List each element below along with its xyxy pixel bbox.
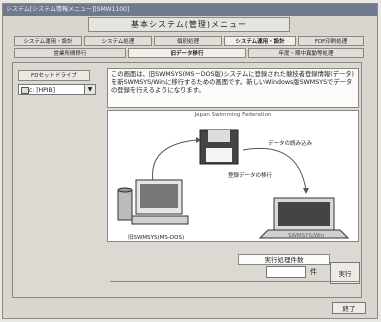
diagram-title: Japan Swimming Federation	[194, 112, 272, 118]
label-fd-read: データの読み込み	[268, 141, 313, 147]
label-old-system: 旧SWMSYS(MS-DOS)	[128, 235, 185, 241]
count-unit: 件	[310, 268, 317, 276]
drive-icon	[21, 87, 29, 94]
description-text: この画面は、旧SWMSYS(MS－DOS版)システムに登録された競技者登録情報(…	[107, 68, 359, 108]
label-new-system: SWMSYS/Win	[288, 233, 325, 239]
drive-select[interactable]: c: [HPIB] ▼	[18, 84, 96, 95]
laptop-icon	[258, 197, 350, 239]
chevron-down-icon[interactable]: ▼	[84, 85, 95, 94]
divider	[110, 281, 360, 296]
tab-system-ops[interactable]: システム運用・設計	[14, 36, 82, 46]
floppy-icon	[199, 129, 239, 165]
drive-select-value: c: [HPIB]	[29, 87, 55, 94]
old-pc-icon	[117, 179, 189, 225]
diagram-illustration	[117, 129, 350, 239]
migration-diagram: Japan Swimming Federation 登録データの移行 データの読…	[107, 110, 359, 242]
count-input[interactable]	[266, 266, 306, 278]
tab-old-data-migration[interactable]: 旧データ移行	[128, 48, 246, 58]
fd-drive-label: FDセットドライブ	[18, 70, 90, 81]
tab-system-ops-2[interactable]: システム運用・設計	[224, 36, 296, 46]
window-title: システム[システム情報メニュー][SMW1100]	[3, 4, 377, 16]
tab-fdf-print[interactable]: FDF印刷処理	[298, 36, 364, 46]
end-button[interactable]: 終了	[332, 302, 366, 314]
page-title: 基本システム(管理)メニュー	[88, 17, 290, 32]
count-label: 実行処理件数	[238, 254, 330, 265]
tab-system-process[interactable]: システム処理	[84, 36, 152, 46]
label-migrate: 登録データの移行	[228, 173, 273, 179]
tab-branch-migration[interactable]: 営業所間移行	[14, 48, 126, 58]
tab-annual-changes[interactable]: 年度・期中異動等処理	[248, 48, 364, 58]
tab-individual-process[interactable]: 個別処理	[154, 36, 222, 46]
